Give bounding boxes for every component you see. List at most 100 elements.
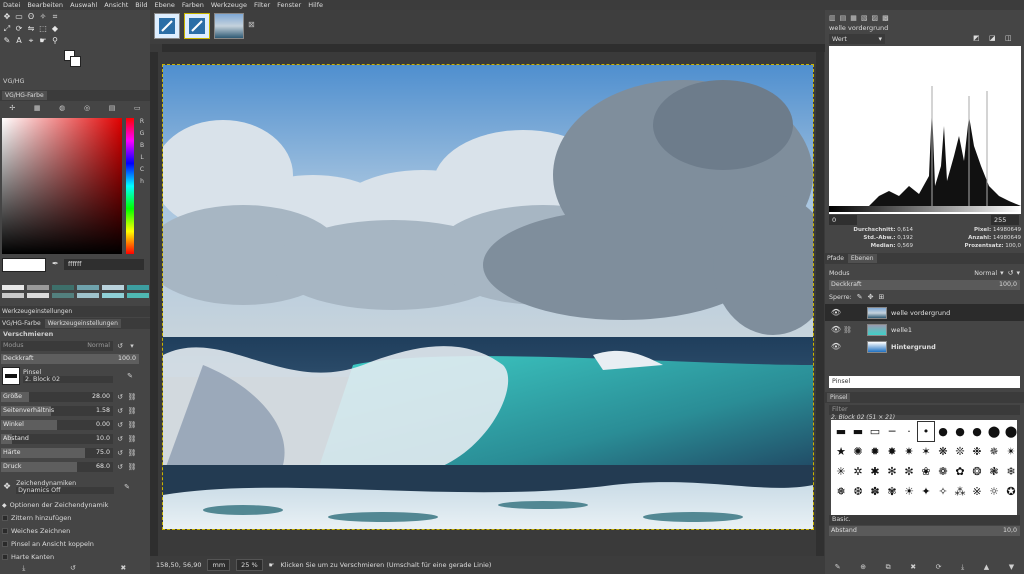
reset-icon[interactable]: ↺ (115, 462, 125, 472)
smudge-tool-icon[interactable]: ☛ (38, 36, 48, 46)
reset-icon[interactable]: ↺ (115, 420, 125, 430)
brush-thumbnail[interactable]: ✦ (918, 482, 934, 501)
brush-thumbnail[interactable]: ❁ (935, 462, 951, 481)
brush-thumbnail[interactable]: ❅ (833, 482, 849, 501)
range-start-input[interactable]: 0 (829, 215, 857, 225)
option-slider[interactable]: Größe 28.00 (1, 391, 113, 402)
eyedropper-icon[interactable]: ✒ (52, 259, 59, 268)
color-history-swatch[interactable] (27, 285, 49, 290)
brush-thumbnail[interactable]: ✿ (952, 462, 968, 481)
colormap-tab-icon[interactable]: ▧ (861, 14, 868, 22)
color-history-swatch[interactable] (2, 285, 24, 290)
duplicate-brush-icon[interactable]: ⧉ (886, 563, 891, 572)
range-end-input[interactable]: 255 (991, 215, 1019, 225)
channel-l[interactable]: L (138, 154, 146, 161)
brush-thumbnail[interactable]: ※ (969, 482, 985, 501)
reset-icon[interactable]: ↺ (115, 392, 125, 402)
brush-thumbnail[interactable]: ❋ (935, 442, 951, 461)
brush-thumbnail[interactable]: ✺ (850, 442, 866, 461)
eye-icon[interactable]: 👁 (829, 325, 843, 334)
edit-brush-icon[interactable]: ✎ (125, 371, 135, 381)
brush-thumbnail[interactable]: ▬ (833, 422, 849, 441)
option-slider[interactable]: Druck 68.0 (1, 461, 113, 472)
dynamics-icon[interactable]: ❖ (3, 482, 11, 492)
color-history-swatch[interactable] (2, 293, 24, 298)
lock-pixels-icon[interactable]: ✎ (857, 293, 863, 301)
brush-thumbnail[interactable]: ✸ (884, 442, 900, 461)
image-tab-3[interactable] (214, 13, 244, 39)
zoom-select[interactable]: 25 % (236, 559, 263, 571)
bucket-fill-tool-icon[interactable]: ◆ (50, 24, 60, 34)
histogram-graph[interactable] (829, 46, 1021, 214)
layer-mode-menu-icon[interactable]: ▾ (1016, 269, 1020, 277)
tab-vghg-farbe[interactable]: VG/HG-Farbe (2, 91, 47, 100)
eye-icon[interactable]: 👁 (829, 308, 843, 317)
watercolor-selector-icon[interactable]: ◍ (59, 104, 65, 112)
color-history-swatch[interactable] (52, 285, 74, 290)
tab-werkzeugeinstellungen[interactable]: Werkzeugeinstellungen (44, 319, 121, 328)
cmyk-selector-icon[interactable]: ▦ (34, 104, 41, 112)
brush-thumbnail[interactable]: ✹ (867, 442, 883, 461)
mode-menu-icon[interactable]: ▾ (127, 341, 137, 351)
check-row-1[interactable]: Zittern hinzufügen (2, 513, 148, 523)
opacity-slider[interactable]: Deckkraft 100.0 (1, 353, 139, 364)
link-icon[interactable]: ⛓ (127, 434, 137, 444)
brush-thumbnail[interactable]: ✼ (901, 462, 917, 481)
brush-thumbnail[interactable]: ❉ (969, 442, 985, 461)
brush-thumbnail[interactable]: ❃ (986, 462, 1002, 481)
paths-tool-icon[interactable]: ✎ (2, 36, 12, 46)
reset-mode-icon[interactable]: ↺ (115, 341, 125, 351)
layer-row[interactable]: 👁 Hintergrund (825, 338, 1024, 355)
link-icon[interactable]: ⛓ (127, 420, 137, 430)
brush-thumbnail[interactable]: ❄ (1003, 462, 1019, 481)
brush-thumbnail[interactable]: ✱ (867, 462, 883, 481)
brush-thumbnail[interactable]: ● (935, 422, 951, 441)
check-row-2[interactable]: Weiches Zeichnen (2, 526, 148, 536)
menu-auswahl[interactable]: Auswahl (70, 1, 97, 9)
color-history-swatch[interactable] (127, 293, 149, 298)
navigation-tab-icon[interactable]: ▨ (872, 14, 879, 22)
menu-ebene[interactable]: Ebene (154, 1, 174, 9)
link-icon[interactable]: ⛓ (127, 406, 137, 416)
option-slider[interactable]: Härte 75.0 (1, 447, 113, 458)
crop-tool-icon[interactable]: ⌗ (50, 12, 60, 22)
tab-pinsel[interactable]: Pinsel (827, 393, 851, 402)
brush-thumbnail[interactable]: ★ (833, 442, 849, 461)
tab-pfade[interactable]: Pfade (827, 255, 844, 262)
brush-name[interactable]: 2. Block 02 (23, 376, 113, 383)
text-tool-icon[interactable]: A (14, 36, 24, 46)
restore-options-icon[interactable]: ↺ (70, 564, 76, 572)
brush-thumbnail[interactable]: ✻ (884, 462, 900, 481)
option-slider[interactable]: Seitenverhältnis 1.58 (1, 405, 113, 416)
brush-thumbnail[interactable]: ✾ (884, 482, 900, 501)
brush-search-input[interactable]: Pinsel (829, 376, 1020, 388)
gimp-selector-icon[interactable]: ✢ (9, 104, 15, 112)
option-slider[interactable]: Abstand 10.0 (1, 433, 113, 444)
menu-bild[interactable]: Bild (135, 1, 147, 9)
transform-tool-icon[interactable]: ⤢ (2, 24, 12, 34)
reset-icon[interactable]: ↺ (115, 448, 125, 458)
brush-thumbnail[interactable]: ⬤ (1003, 422, 1019, 441)
histogram-tab-icon[interactable]: ▥ (829, 14, 836, 22)
menu-filter[interactable]: Filter (254, 1, 270, 9)
brush-thumbnail[interactable]: ✧ (935, 482, 951, 501)
close-tab-icon[interactable]: ⊠ (248, 20, 255, 29)
link-icon[interactable]: ⛓ (127, 448, 137, 458)
brush-thumbnail[interactable]: ⁂ (952, 482, 968, 501)
brush-thumbnail[interactable]: · (901, 422, 917, 441)
brush-thumbnail[interactable]: ▭ (867, 422, 883, 441)
brush-thumbnail[interactable]: ✶ (918, 442, 934, 461)
brush-thumbnail[interactable]: ✳ (833, 462, 849, 481)
eye-icon[interactable]: 👁 (829, 342, 843, 351)
menu-werkzeuge[interactable]: Werkzeuge (211, 1, 247, 9)
checkbox[interactable] (2, 528, 8, 534)
reset-icon[interactable]: ↺ (115, 434, 125, 444)
option-slider[interactable]: Winkel 0.00 (1, 419, 113, 430)
color-history-swatch[interactable] (127, 285, 149, 290)
palette-selector-icon[interactable]: ▭ (134, 104, 141, 112)
brush-thumbnail[interactable]: ● (969, 422, 985, 441)
menu-datei[interactable]: Datei (3, 1, 20, 9)
undo-tab-icon[interactable]: ▩ (882, 14, 889, 22)
scales-selector-icon[interactable]: ▤ (109, 104, 116, 112)
brush-thumbnail[interactable]: ✲ (850, 462, 866, 481)
